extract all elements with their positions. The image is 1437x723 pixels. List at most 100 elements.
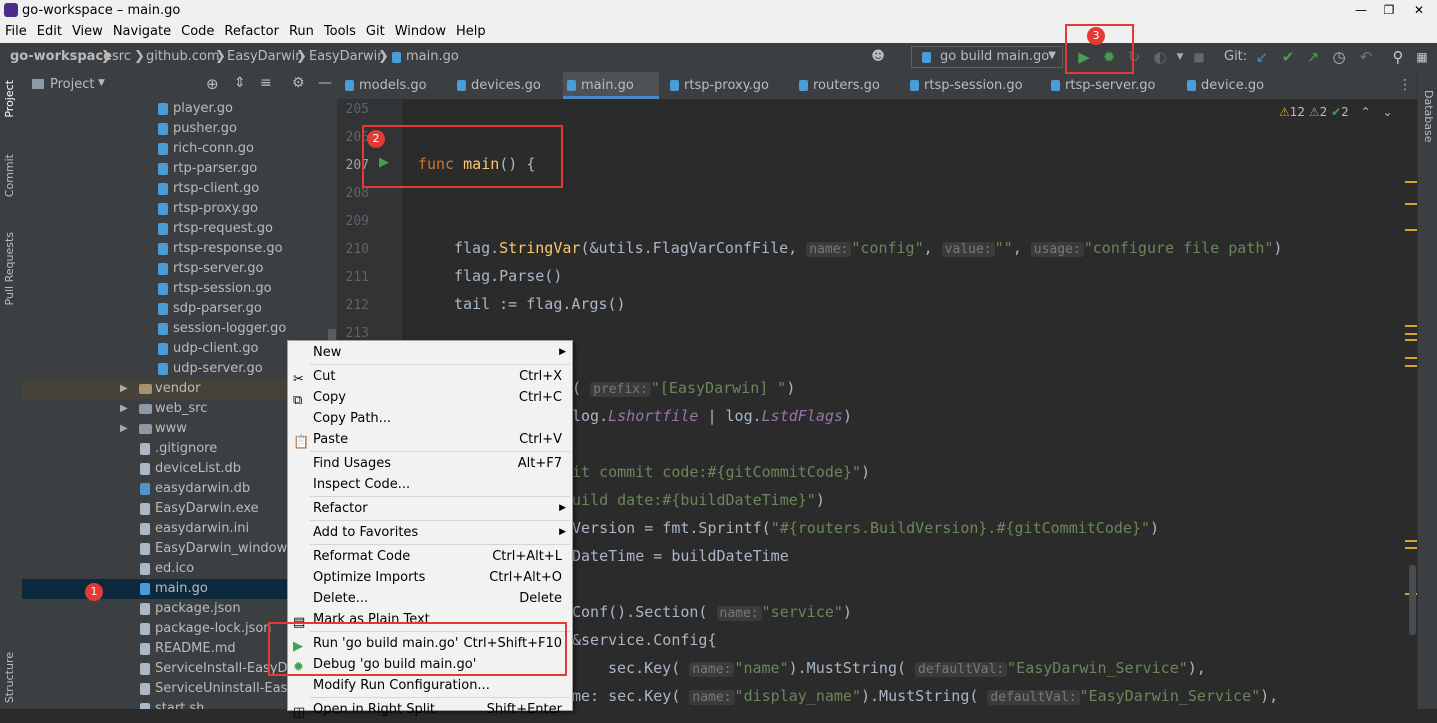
menu-item-find-usages[interactable]: Find Usages Alt+F7 xyxy=(288,453,572,474)
tree-item[interactable]: rtsp-client.go xyxy=(22,179,337,199)
menu-tools[interactable]: Tools xyxy=(319,22,361,39)
menu-item-paste[interactable]: 📋 Paste Ctrl+V xyxy=(288,429,572,450)
menu-run[interactable]: Run xyxy=(284,22,319,39)
scroll-marker[interactable] xyxy=(1405,339,1417,341)
menu-item-open-right-split[interactable]: ◫ Open in Right Split Shift+Enter xyxy=(288,699,572,720)
minimize-button[interactable]: — xyxy=(1347,0,1375,20)
user-icon[interactable]: ☻ xyxy=(868,47,888,67)
menu-view[interactable]: View xyxy=(67,22,108,39)
tool-database[interactable]: Database xyxy=(1422,90,1435,143)
menu-item-copy-path[interactable]: Copy Path... xyxy=(288,408,572,429)
project-title[interactable]: Project xyxy=(50,77,94,92)
scroll-marker[interactable] xyxy=(1405,540,1417,542)
git-update-icon[interactable]: ↙ xyxy=(1252,47,1272,67)
menu-code[interactable]: Code xyxy=(176,22,219,39)
menu-help[interactable]: Help xyxy=(451,22,491,39)
tree-item[interactable]: rtsp-response.go xyxy=(22,239,337,259)
menu-item-optimize-imports[interactable]: Optimize Imports Ctrl+Alt+O xyxy=(288,567,572,588)
close-button[interactable]: ✕ xyxy=(1403,0,1435,20)
tree-item[interactable]: rtp-parser.go xyxy=(22,159,337,179)
menu-item-label: New xyxy=(313,345,342,360)
tab-rtsp-server[interactable]: rtsp-server.go xyxy=(1047,72,1183,99)
scroll-marker[interactable] xyxy=(1405,365,1417,367)
breadcrumb-easydarwin-2[interactable]: EasyDarwin xyxy=(309,49,385,64)
tree-item[interactable]: rtsp-proxy.go xyxy=(22,199,337,219)
ide-logo-icon[interactable]: ▦ xyxy=(1412,47,1432,67)
menu-navigate[interactable]: Navigate xyxy=(108,22,176,39)
tab-rtsp-proxy[interactable]: rtsp-proxy.go xyxy=(666,72,790,99)
collapse-all-icon[interactable]: ≡ xyxy=(260,75,272,91)
menu-item-cut[interactable]: ✂ Cut Ctrl+X xyxy=(288,366,572,387)
menu-item-new[interactable]: New ▶ xyxy=(288,342,572,363)
scroll-marker[interactable] xyxy=(1405,203,1417,205)
stop-icon[interactable]: ■ xyxy=(1189,47,1209,67)
profile-icon[interactable]: ◐ xyxy=(1150,47,1170,67)
tab-models[interactable]: models.go xyxy=(341,72,453,99)
gear-icon[interactable]: ⚙ xyxy=(292,75,305,91)
editor-scrollbar-thumb[interactable] xyxy=(1409,565,1416,635)
breadcrumb-root[interactable]: go-workspace xyxy=(10,49,112,64)
menu-item-modify-run-config[interactable]: Modify Run Configuration... xyxy=(288,675,572,696)
menu-item-label: Modify Run Configuration... xyxy=(313,678,490,693)
chevron-down-icon[interactable]: ⌄ xyxy=(1383,105,1393,119)
search-icon[interactable]: ⚲ xyxy=(1388,47,1408,67)
tree-item[interactable]: rich-conn.go xyxy=(22,139,337,159)
git-commit-icon[interactable]: ✔ xyxy=(1278,47,1298,67)
chevron-right-icon[interactable]: ▶ xyxy=(120,419,128,439)
tool-project[interactable]: Project xyxy=(3,80,16,118)
breadcrumb-src[interactable]: src xyxy=(112,49,131,64)
scroll-marker[interactable] xyxy=(1405,325,1417,327)
tab-routers[interactable]: routers.go xyxy=(795,72,905,99)
tree-item[interactable]: player.go xyxy=(22,99,337,119)
menu-item-inspect-code[interactable]: Inspect Code... xyxy=(288,474,572,495)
tab-main[interactable]: main.go xyxy=(563,72,659,99)
tree-item[interactable]: rtsp-request.go xyxy=(22,219,337,239)
tool-commit[interactable]: Commit xyxy=(3,154,16,197)
tree-item[interactable]: pusher.go xyxy=(22,119,337,139)
tree-item[interactable]: rtsp-server.go xyxy=(22,259,337,279)
chevron-down-icon[interactable]: ▼ xyxy=(98,78,105,88)
tree-item[interactable]: rtsp-session.go xyxy=(22,279,337,299)
maximize-button[interactable]: ❐ xyxy=(1375,0,1403,20)
hide-icon[interactable]: — xyxy=(318,75,332,91)
scroll-marker[interactable] xyxy=(1405,357,1417,359)
menu-item-refactor[interactable]: Refactor ▶ xyxy=(288,498,572,519)
tool-pull-requests[interactable]: Pull Requests xyxy=(3,232,16,305)
menu-item-add-to-favorites[interactable]: Add to Favorites ▶ xyxy=(288,522,572,543)
menu-edit[interactable]: Edit xyxy=(32,22,67,39)
scroll-marker[interactable] xyxy=(1405,547,1417,549)
menu-item-copy[interactable]: ⧉ Copy Ctrl+C xyxy=(288,387,572,408)
chevron-right-icon[interactable]: ▶ xyxy=(120,399,128,419)
menu-refactor[interactable]: Refactor xyxy=(219,22,284,39)
run-configuration-select[interactable]: go build main.go ▼ xyxy=(911,46,1063,68)
locate-icon[interactable]: ⊕ xyxy=(206,75,219,93)
menu-file[interactable]: File xyxy=(0,22,32,39)
code-token: sec.Key( xyxy=(608,659,690,677)
more-run-chevron-icon[interactable]: ▼ xyxy=(1170,47,1190,67)
chevron-up-icon[interactable]: ⌃ xyxy=(1361,105,1371,119)
tab-rtsp-session[interactable]: rtsp-session.go xyxy=(906,72,1048,99)
breadcrumb-easydarwin[interactable]: EasyDarwin xyxy=(227,49,303,64)
scroll-marker[interactable] xyxy=(1405,229,1417,231)
breadcrumb-file[interactable]: main.go xyxy=(406,49,459,64)
git-push-icon[interactable]: ↗ xyxy=(1303,47,1323,67)
scroll-marker[interactable] xyxy=(1405,181,1417,183)
expand-all-icon[interactable]: ⇕ xyxy=(234,75,246,91)
more-tabs-icon[interactable]: ⋮ xyxy=(1398,77,1412,93)
tab-device[interactable]: device.go xyxy=(1183,72,1293,99)
go-file-icon xyxy=(567,80,576,91)
tree-item[interactable]: session-logger.go xyxy=(22,319,337,339)
history-icon[interactable]: ◷ xyxy=(1329,47,1349,67)
menu-window[interactable]: Window xyxy=(390,22,451,39)
tab-devices[interactable]: devices.go xyxy=(453,72,563,99)
tree-item[interactable]: sdp-parser.go xyxy=(22,299,337,319)
menu-git[interactable]: Git xyxy=(361,22,390,39)
scroll-marker[interactable] xyxy=(1405,333,1417,335)
breadcrumb-github[interactable]: github.com xyxy=(146,49,220,64)
chevron-right-icon[interactable]: ▶ xyxy=(120,379,128,399)
menu-item-delete[interactable]: Delete... Delete xyxy=(288,588,572,609)
inspection-widget[interactable]: ⚠12 ⚠2 ✔2 ⌃ ⌄ xyxy=(1279,105,1393,119)
tool-structure[interactable]: Structure xyxy=(3,652,16,703)
rollback-icon[interactable]: ↶ xyxy=(1356,47,1376,67)
menu-item-reformat-code[interactable]: Reformat Code Ctrl+Alt+L xyxy=(288,546,572,567)
